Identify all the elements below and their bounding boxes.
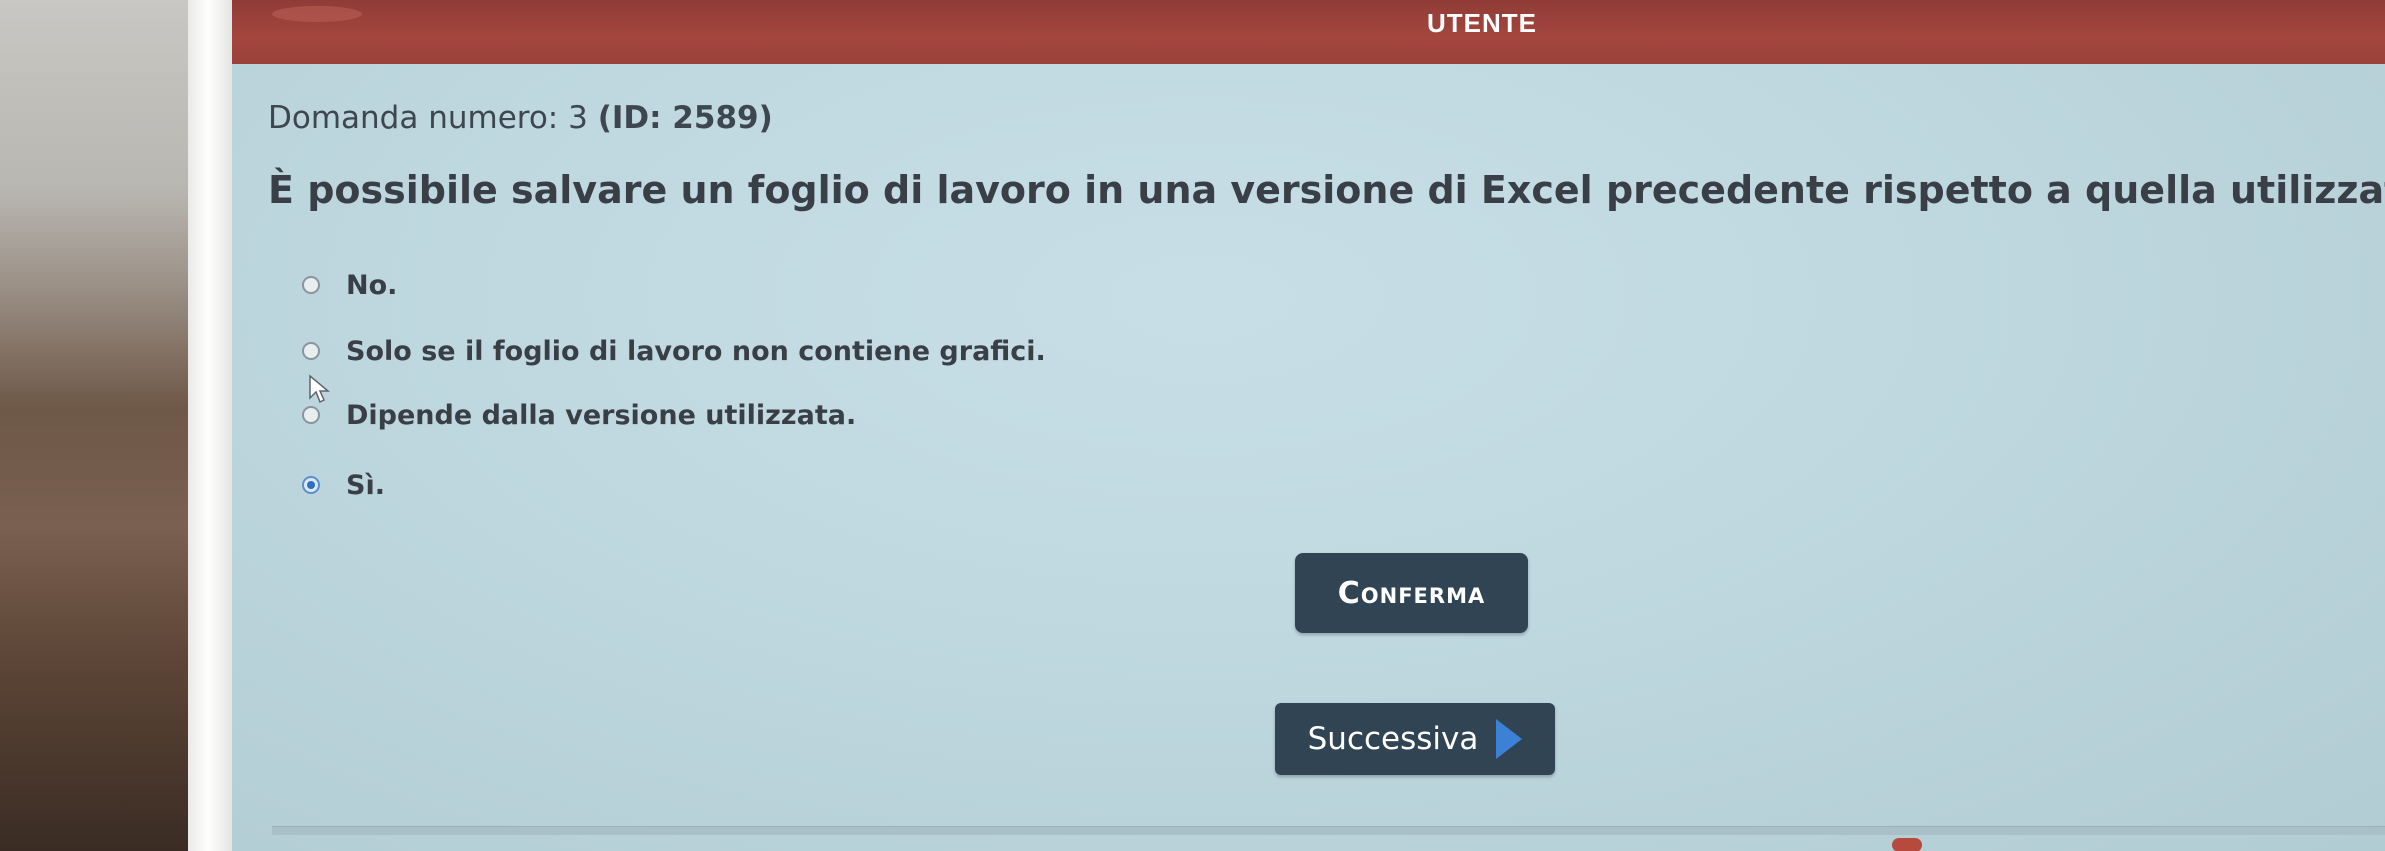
mouse-cursor-icon	[309, 374, 331, 404]
bottom-divider	[272, 826, 2385, 835]
question-text: È possibile salvare un foglio di lavoro …	[268, 168, 2385, 212]
next-button-label: Successiva	[1307, 721, 1479, 757]
answer-option-3[interactable]: Dipende dalla versione utilizzata.	[302, 395, 856, 435]
header-bar: UTENTE	[232, 0, 2385, 64]
next-button[interactable]: Successiva	[1275, 703, 1555, 775]
monitor-bezel	[188, 0, 232, 851]
answer-option-label: Solo se il foglio di lavoro non contiene…	[346, 335, 1046, 367]
radio-button[interactable]	[302, 342, 320, 360]
answer-option-1[interactable]: No.	[302, 265, 397, 305]
answer-option-2[interactable]: Solo se il foglio di lavoro non contiene…	[302, 331, 1046, 371]
answer-option-4[interactable]: Sì.	[302, 465, 385, 505]
bottom-indicator	[1892, 838, 1922, 851]
radio-button-selected[interactable]	[302, 476, 320, 494]
question-number: Domanda numero: 3 (ID: 2589)	[268, 100, 773, 136]
answer-option-label: No.	[346, 269, 398, 301]
answer-option-label: Dipende dalla versione utilizzata.	[346, 399, 857, 431]
play-icon	[1496, 719, 1523, 759]
question-number-label: Domanda numero: 3	[268, 100, 588, 136]
confirm-button[interactable]: Conferma	[1295, 553, 1528, 633]
header-logo	[272, 6, 362, 22]
answer-option-label: Sì.	[346, 469, 385, 501]
radio-button[interactable]	[302, 406, 320, 424]
quiz-screen: UTENTE Domanda numero: 3 (ID: 2589) È po…	[232, 0, 2385, 851]
question-id: (ID: 2589)	[597, 100, 773, 136]
radio-button[interactable]	[302, 276, 320, 294]
header-title: UTENTE	[1427, 8, 1537, 38]
